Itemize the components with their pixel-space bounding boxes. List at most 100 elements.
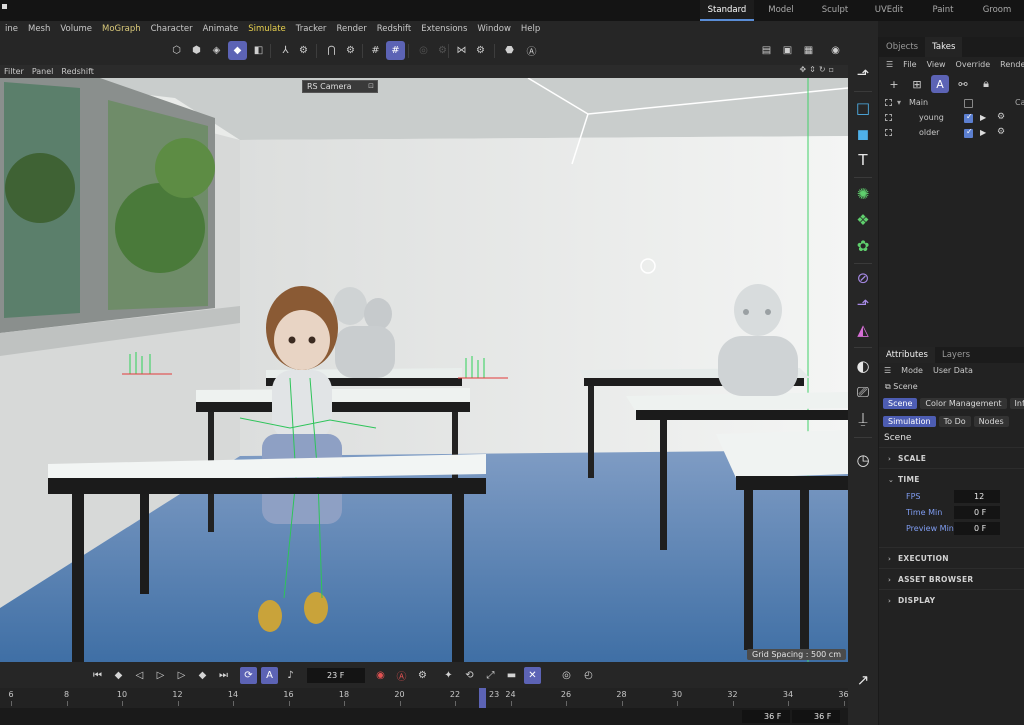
takes-menu-view[interactable]: View [922,60,951,69]
text-icon[interactable]: T [852,149,874,171]
key-scale-icon[interactable]: ⤢ [482,667,499,684]
tab-layers[interactable]: Layers [935,347,977,363]
hamburger-icon[interactable]: ☰ [879,366,896,375]
motion-clip-icon[interactable]: ◎ [558,667,575,684]
pan-icon[interactable]: ✥ [799,65,806,74]
preview-min-input[interactable]: 0 F [954,522,1000,535]
menu-item-animate[interactable]: Animate [198,24,244,34]
chip-simulation[interactable]: Simulation [883,416,936,427]
snap-settings-icon[interactable]: ⚙ [341,41,360,60]
section-scale[interactable]: › SCALE [879,447,1024,468]
take-row-main[interactable]: ▾ Main Ca [879,96,1024,111]
camera-icon[interactable]: ▶ [980,128,986,137]
auto-preview-icon[interactable]: A [261,667,278,684]
key-rotation-icon[interactable]: ⟲ [461,667,478,684]
collapse-arrow-icon[interactable]: ▾ [897,98,901,107]
previous-key-icon[interactable]: ◆ [110,667,127,684]
layout-tab-uvedit[interactable]: UVEdit [862,0,916,21]
previous-frame-icon[interactable]: ◁ [131,667,148,684]
maximize-icon[interactable]: ▫ [829,65,834,74]
light-icon[interactable]: ⍊ [852,407,874,429]
menu-item-volume[interactable]: Volume [55,24,97,34]
axis-settings-icon[interactable]: ⚙ [294,41,313,60]
fps-input[interactable]: 12 [954,490,1000,503]
hamburger-icon[interactable]: ☰ [881,60,898,69]
section-execution[interactable]: › EXECUTION [879,547,1024,568]
spline-icon[interactable]: □ [852,97,874,119]
effector-icon[interactable]: ✿ [852,235,874,257]
dope-sheet-icon[interactable]: ◴ [580,667,597,684]
timeline-curve-icon[interactable]: ↗ [852,669,874,691]
menu-item-simulate[interactable]: Simulate [243,24,291,34]
menu-item-extensions[interactable]: Extensions [416,24,472,34]
takes-menu-file[interactable]: File [898,60,921,69]
keyframe-icon[interactable]: ✦ [440,667,457,684]
layout-tab-standard[interactable]: Standard [700,0,754,21]
tab-objects[interactable]: Objects [879,37,925,57]
viewport-camera-label[interactable]: RS Camera ⊡ [302,80,378,93]
timeline-ruler[interactable]: 6 8 10 12 14 16 18 20 22 24 26 28 30 32 34 36 23 [0,688,849,708]
section-asset-browser[interactable]: › ASSET BROWSER [879,568,1024,589]
layout-tab-sculpt[interactable]: Sculpt [808,0,862,21]
go-to-start-icon[interactable]: ⏮ [89,667,106,684]
take-checkbox[interactable] [964,127,973,138]
workplane-grid-snap-icon[interactable]: # [386,41,405,60]
key-param-icon[interactable]: ▬ [503,667,520,684]
time-min-input[interactable]: 0 F [954,506,1000,519]
end-frame-input[interactable]: 36 F [742,710,790,723]
go-to-end-icon[interactable]: ⏭ [215,667,232,684]
rotate-icon[interactable]: ↻ [819,65,826,74]
viewport-menu-redshift[interactable]: Redshift [57,67,97,76]
section-time[interactable]: ⌄ TIME [879,468,1024,489]
next-key-icon[interactable]: ◆ [194,667,211,684]
3d-viewport[interactable]: RS Camera ⊡ Grid Spacing : 500 cm [0,78,848,662]
render-view-icon[interactable]: ▤ [757,41,776,60]
environment-icon[interactable]: ◐ [852,355,874,377]
play-icon[interactable]: ▷ [152,667,169,684]
symmetry-icon[interactable]: ⋈ [452,41,471,60]
add-take-icon[interactable]: + [885,75,903,93]
link-icon[interactable]: ⚯ [954,75,972,93]
key-settings-icon[interactable]: ⚙ [414,667,431,684]
axis-icon[interactable]: ⅄ [276,41,295,60]
cloner-icon[interactable]: ✺ [852,183,874,205]
measure-icon[interactable]: ◷ [852,449,874,471]
menu-item-redshift[interactable]: Redshift [372,24,417,34]
takes-menu-override[interactable]: Override [951,60,996,69]
texture-mode-icon[interactable]: ◧ [249,41,268,60]
layout-tab-model[interactable]: Model [754,0,808,21]
auto-key-icon[interactable]: Ⓐ [393,667,410,684]
snap-magnet-icon[interactable]: ⋂ [322,41,341,60]
menu-item-file-cut[interactable]: ine [0,24,23,34]
layout-tab-paint[interactable]: Paint [916,0,970,21]
camera-icon[interactable]: ⎚ [852,381,874,403]
cube-icon[interactable]: ◼ [852,123,874,145]
field-icon[interactable]: ◭ [852,319,874,341]
auto-take-icon[interactable]: A [931,75,949,93]
redshift-render-icon[interactable]: ⬣ [500,41,519,60]
layout-tab-groom[interactable]: Groom [970,0,1024,21]
camera-icon[interactable]: ▶ [980,113,986,122]
points-mode-icon[interactable]: ⬡ [167,41,186,60]
next-frame-icon[interactable]: ▷ [173,667,190,684]
tab-takes[interactable]: Takes [925,37,963,57]
generator-icon[interactable]: ⬏ [852,293,874,315]
picture-viewer-icon[interactable]: ◉ [826,41,845,60]
section-display[interactable]: › DISPLAY [879,589,1024,610]
workplane-grid-icon[interactable]: # [366,41,385,60]
render-active-icon[interactable]: ▣ [778,41,797,60]
takes-menu-render[interactable]: Render [995,60,1024,69]
chip-color-management[interactable]: Color Management [920,398,1007,409]
take-checkbox[interactable] [964,112,973,123]
tab-attributes[interactable]: Attributes [879,347,935,363]
attributes-menu-mode[interactable]: Mode [896,366,928,375]
redshift-a-icon[interactable]: Ⓐ [522,41,541,60]
polygons-mode-icon[interactable]: ◈ [207,41,226,60]
sound-icon[interactable]: ♪ [282,667,299,684]
menu-item-render[interactable]: Render [331,24,371,34]
render-settings-icon[interactable]: ⚙ [997,127,1005,137]
chip-scene[interactable]: Scene [883,398,918,409]
menu-item-mesh[interactable]: Mesh [23,24,55,34]
take-checkbox[interactable] [964,99,973,108]
viewport-menu-panel[interactable]: Panel [28,67,58,76]
